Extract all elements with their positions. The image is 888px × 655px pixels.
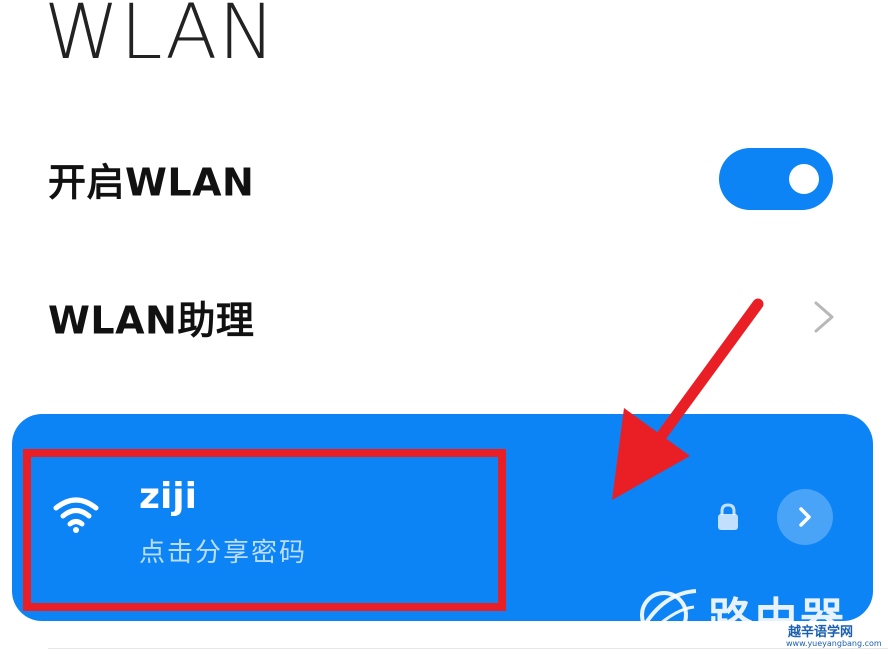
watermark-url: www.yueyangbang.com — [786, 639, 882, 648]
watermark-logo-icon — [640, 589, 697, 639]
wlan-assistant-label: WLAN助理 — [48, 298, 255, 343]
wlan-toggle[interactable] — [719, 148, 833, 210]
toggle-knob — [789, 164, 819, 194]
enable-wlan-label: 开启WLAN — [48, 160, 255, 205]
watermark: 路由器 越辛语学网 www.yueyangbang.com — [636, 583, 888, 655]
annotation-arrow-icon — [612, 298, 764, 500]
chevron-right-icon — [814, 301, 834, 333]
annotation-highlight-box — [23, 449, 506, 611]
network-details-button[interactable] — [777, 489, 833, 545]
enable-wlan-row[interactable]: 开启WLAN — [0, 124, 888, 234]
page-title: WLAN — [44, 0, 277, 76]
chevron-right-icon — [799, 507, 811, 527]
watermark-site-name: 越辛语学网 — [786, 621, 856, 640]
